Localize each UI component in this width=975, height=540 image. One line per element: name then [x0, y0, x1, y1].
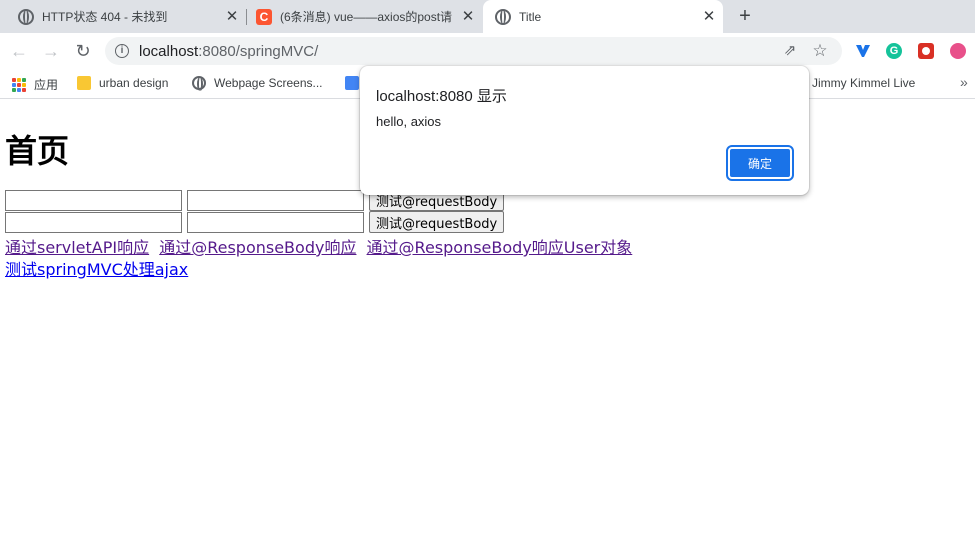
tab-csdn[interactable]: C (6条消息) vue——axios的post请 ✕ — [256, 0, 476, 33]
csdn-icon: C — [256, 8, 272, 25]
test-request-body-button[interactable]: 测试@requestBody — [369, 211, 505, 233]
username-field[interactable] — [5, 211, 182, 233]
password-field[interactable] — [187, 189, 364, 211]
bookmark-label: 应用 — [34, 78, 59, 92]
close-icon[interactable]: ✕ — [460, 8, 476, 25]
globe-icon — [192, 76, 206, 91]
password-field[interactable] — [187, 211, 364, 233]
bookmark-label: Webpage Screens... — [214, 76, 323, 90]
servlet-api-response-link[interactable]: 通过servletAPI响应 — [5, 238, 149, 257]
bookmark-jimmy-kimmel[interactable]: Jimmy Kimmel Live — [812, 76, 915, 90]
grammarly-extension-icon[interactable]: G — [886, 43, 902, 59]
apps-icon — [12, 77, 26, 92]
response-body-user-link[interactable]: 通过@ResponseBody响应User对象 — [367, 238, 633, 257]
globe-icon — [495, 8, 511, 25]
url-text[interactable]: localhost:8080/springMVC/ — [139, 43, 318, 60]
forward-arrow-icon[interactable]: → — [39, 39, 63, 63]
bookmark-urban-design[interactable]: urban design — [77, 76, 168, 90]
doc-icon — [345, 76, 359, 90]
address-bar[interactable]: i localhost:8080/springMVC/ ⇗ ☆ — [105, 37, 842, 65]
dialog-message: hello, axios — [376, 114, 442, 129]
record-extension-icon[interactable] — [918, 43, 934, 59]
profile-extension-icon[interactable] — [950, 43, 966, 59]
username-field[interactable] — [5, 189, 182, 211]
new-tab-button[interactable]: + — [735, 6, 755, 26]
bookmark-label: urban design — [99, 76, 169, 90]
vivaldi-extension-icon[interactable] — [855, 43, 871, 59]
tab-http-404[interactable]: HTTP状态 404 - 未找到 ✕ — [18, 0, 240, 33]
tab-title: Title — [519, 9, 542, 24]
bookmark-webpage-screens[interactable]: Webpage Screens... — [192, 76, 323, 91]
response-links: 通过servletAPI响应 通过@ResponseBody响应 通过@Resp… — [5, 234, 637, 258]
globe-icon — [18, 8, 34, 25]
request-body-map-form: 测试@requestBody — [5, 211, 505, 233]
reload-icon[interactable]: ↻ — [71, 39, 95, 63]
alert-dialog: localhost:8080 显示 hello, axios 确定 — [360, 66, 809, 195]
folder-icon — [77, 76, 91, 90]
dialog-title: localhost:8080 显示 — [376, 88, 507, 105]
info-icon[interactable]: i — [115, 44, 129, 58]
close-icon[interactable]: ✕ — [701, 8, 717, 25]
tab-title-active[interactable]: Title ✕ — [483, 0, 723, 33]
url-host: localhost — [139, 43, 199, 60]
share-icon[interactable]: ⇗ — [781, 42, 799, 60]
bookmark-label: Jimmy Kimmel Live — [812, 76, 916, 90]
page-title: 首页 — [5, 132, 70, 170]
response-body-link[interactable]: 通过@ResponseBody响应 — [159, 238, 356, 257]
tab-strip: HTTP状态 404 - 未找到 ✕ C (6条消息) vue——axios的p… — [0, 0, 975, 33]
back-arrow-icon[interactable]: ← — [7, 39, 31, 63]
close-icon[interactable]: ✕ — [224, 8, 240, 25]
browser-toolbar: ← → ↻ i localhost:8080/springMVC/ ⇗ ☆ G — [0, 33, 975, 69]
tab-title: (6条消息) vue——axios的post请 — [280, 10, 453, 24]
ok-button[interactable]: 确定 — [726, 145, 794, 181]
tab-title: HTTP状态 404 - 未找到 — [42, 10, 168, 24]
bookmark-apps[interactable]: 应用 — [12, 76, 58, 93]
star-icon[interactable]: ☆ — [811, 42, 829, 60]
ajax-link-row: 测试springMVC处理ajax — [5, 256, 188, 280]
tab-separator — [246, 9, 247, 25]
url-rest: :8080/springMVC/ — [198, 43, 319, 60]
test-ajax-link[interactable]: 测试springMVC处理ajax — [5, 260, 188, 279]
more-bookmarks-icon[interactable]: » — [960, 74, 968, 90]
